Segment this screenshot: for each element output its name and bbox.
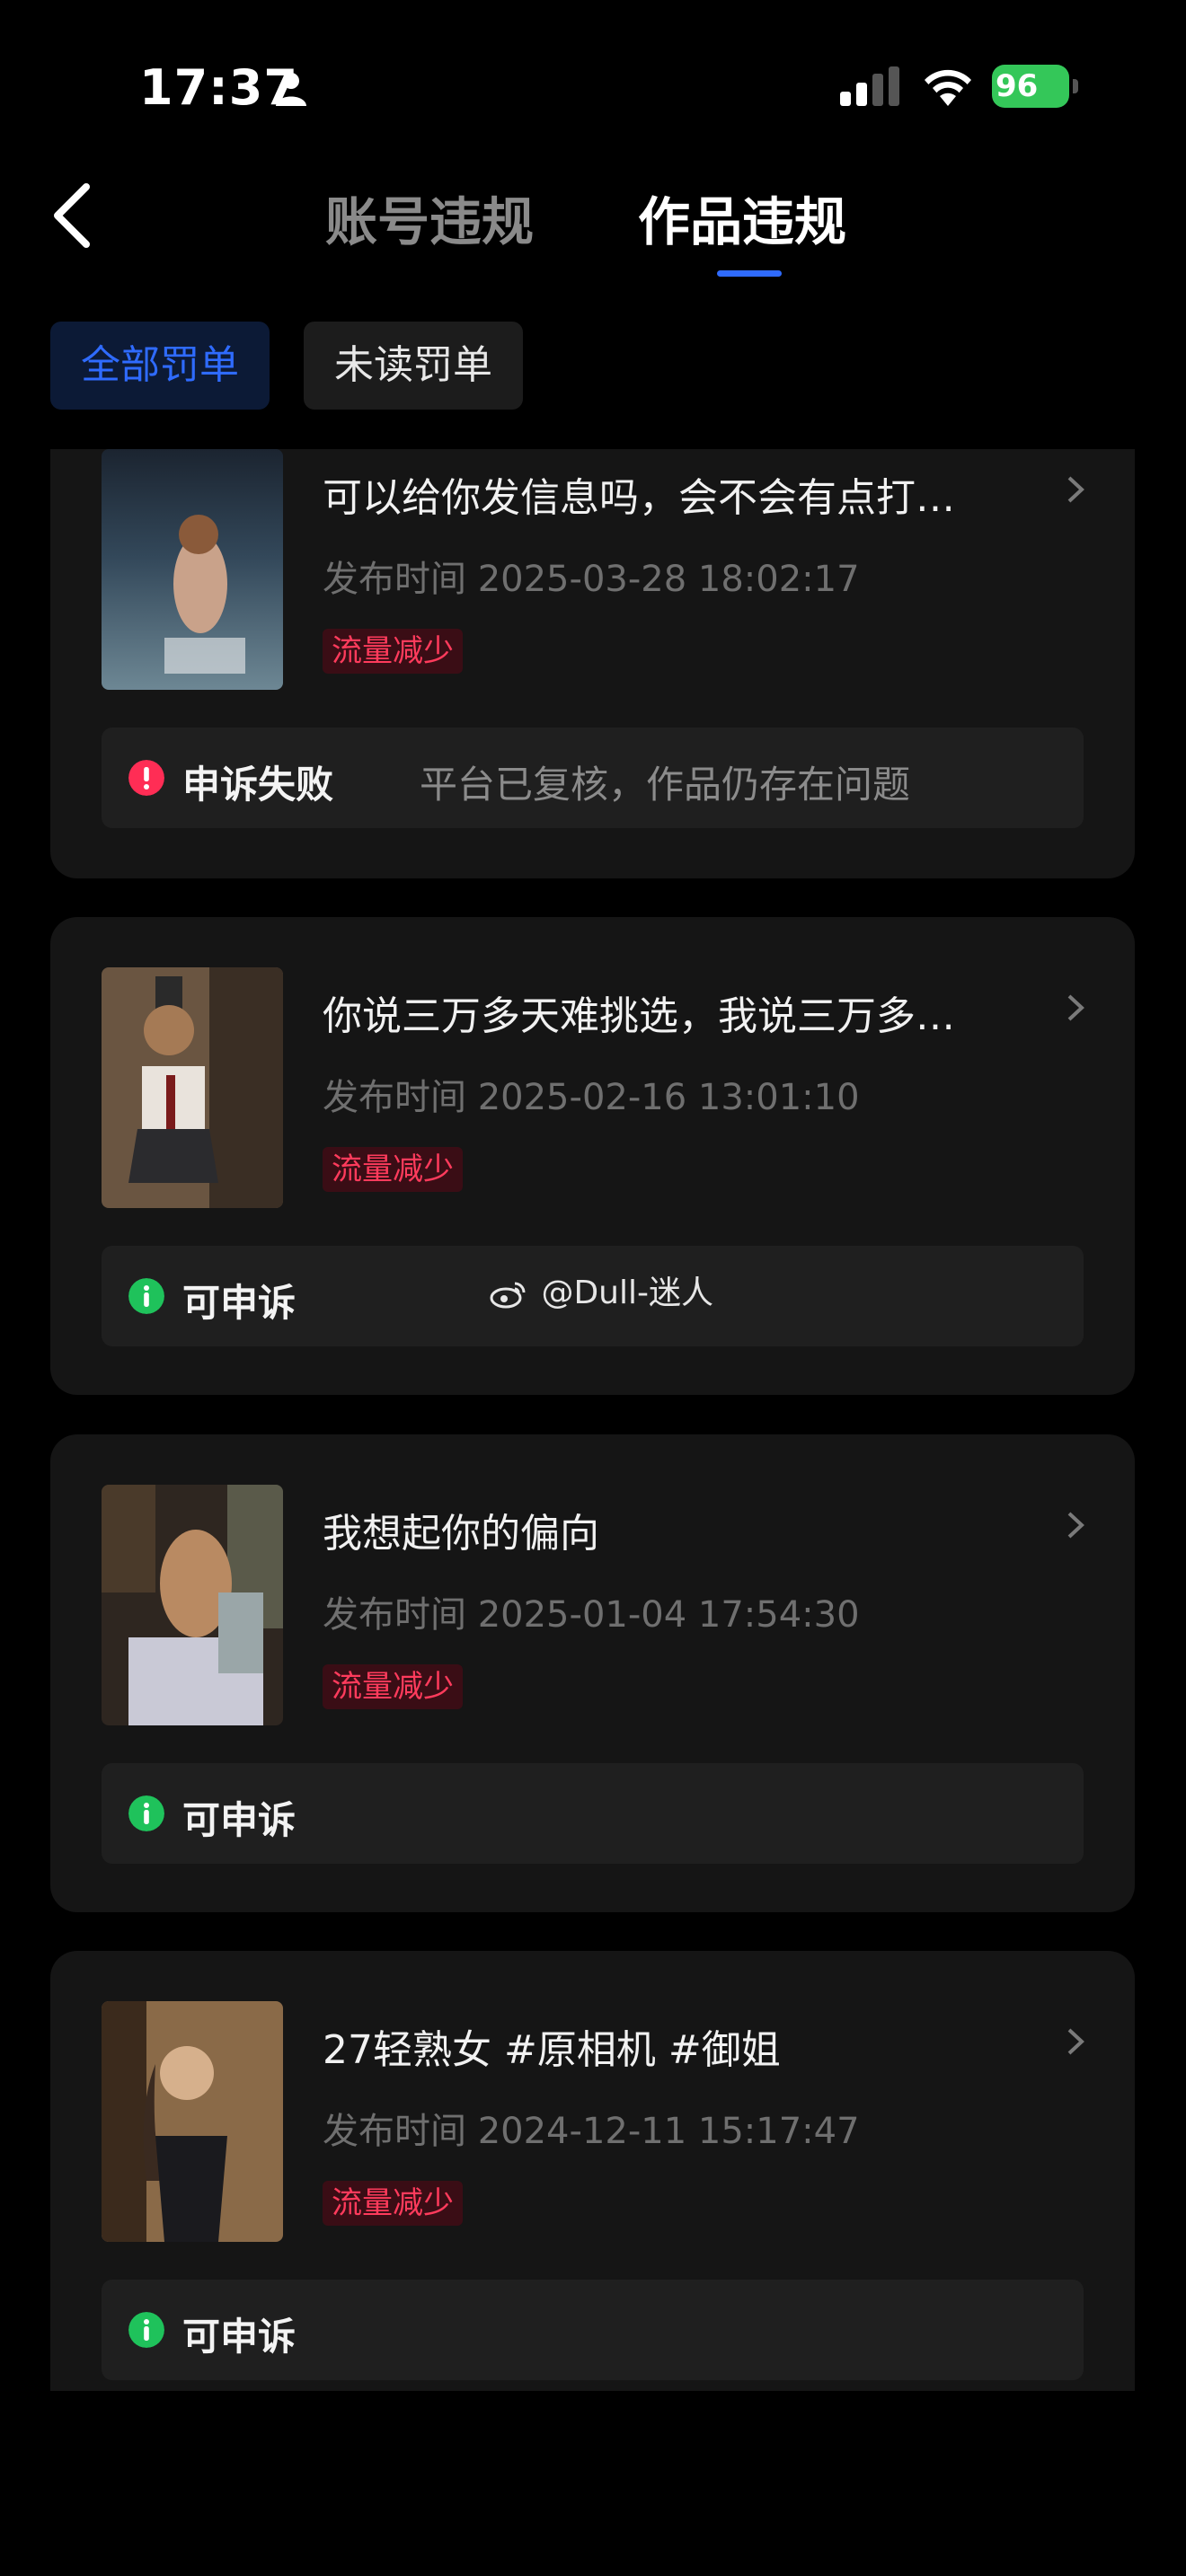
- publish-time: 发布时间 2025-02-16 13:01:10: [323, 1077, 860, 1118]
- appeal-status-box[interactable]: 申诉失败 平台已复核，作品仍存在问题: [102, 728, 1084, 828]
- appeal-status-box[interactable]: 可申诉: [102, 2280, 1084, 2380]
- tab-works-violation[interactable]: 作品违规: [638, 180, 846, 255]
- video-thumbnail[interactable]: [102, 2001, 283, 2242]
- filter-unread-tickets[interactable]: 未读罚单: [304, 322, 523, 410]
- work-title: 27轻熟女 #原相机 #御姐: [323, 2027, 781, 2073]
- appeal-status-box[interactable]: 可申诉: [102, 1763, 1084, 1864]
- person-icon: [276, 73, 306, 106]
- penalty-tag: 流量减少: [323, 1664, 463, 1709]
- penalty-tag: 流量减少: [323, 1147, 463, 1192]
- work-title: 可以给你发信息吗，会不会有点打…: [323, 475, 955, 521]
- appeal-status[interactable]: 可申诉: [182, 2307, 296, 2361]
- publish-time: 发布时间 2024-12-11 15:17:47: [323, 2111, 860, 2152]
- battery-level: 96: [992, 65, 1069, 108]
- video-thumbnail[interactable]: [102, 449, 283, 690]
- filter-all-tickets[interactable]: 全部罚单: [50, 322, 270, 410]
- violation-card[interactable]: 27轻熟女 #原相机 #御姐 发布时间 2024-12-11 15:17:47 …: [50, 1951, 1135, 2391]
- chevron-right-icon[interactable]: [1066, 2028, 1085, 2055]
- video-thumbnail[interactable]: [102, 1485, 283, 1725]
- appeal-status: 申诉失败: [182, 763, 334, 807]
- appeal-detail: 平台已复核，作品仍存在问题: [420, 763, 911, 807]
- info-icon: [128, 1795, 164, 1831]
- violation-card[interactable]: 你说三万多天难挑选，我说三万多… 发布时间 2025-02-16 13:01:1…: [50, 917, 1135, 1395]
- work-title: 你说三万多天难挑选，我说三万多…: [323, 993, 955, 1039]
- weibo-icon: [490, 1282, 526, 1309]
- battery-indicator: 96: [992, 65, 1078, 108]
- info-icon: [128, 1278, 164, 1314]
- chevron-right-icon[interactable]: [1066, 1512, 1085, 1539]
- penalty-tag: 流量减少: [323, 629, 463, 674]
- weibo-watermark: @Dull-迷人: [490, 1266, 713, 1313]
- error-icon: [128, 760, 164, 796]
- publish-time: 发布时间 2025-01-04 17:54:30: [323, 1594, 860, 1636]
- work-title: 我想起你的偏向: [323, 1511, 599, 1557]
- back-icon[interactable]: [50, 183, 93, 248]
- info-icon: [128, 2312, 164, 2348]
- violation-card[interactable]: 可以给你发信息吗，会不会有点打… 发布时间 2025-03-28 18:02:1…: [50, 449, 1135, 878]
- violation-card[interactable]: 我想起你的偏向 发布时间 2025-01-04 17:54:30 流量减少 可申…: [50, 1434, 1135, 1912]
- active-tab-indicator: [717, 270, 782, 277]
- chevron-right-icon[interactable]: [1066, 476, 1085, 503]
- appeal-status[interactable]: 可申诉: [182, 1790, 296, 1845]
- tab-account-violation[interactable]: 账号违规: [325, 180, 534, 255]
- publish-time: 发布时间 2025-03-28 18:02:17: [323, 559, 860, 600]
- penalty-tag: 流量减少: [323, 2181, 463, 2226]
- video-thumbnail[interactable]: [102, 967, 283, 1208]
- signal-icon: [840, 66, 899, 106]
- chevron-right-icon[interactable]: [1066, 994, 1085, 1021]
- wifi-icon: [925, 69, 971, 106]
- watermark-text: @Dull-迷人: [541, 1275, 713, 1311]
- appeal-status[interactable]: 可申诉: [182, 1273, 296, 1328]
